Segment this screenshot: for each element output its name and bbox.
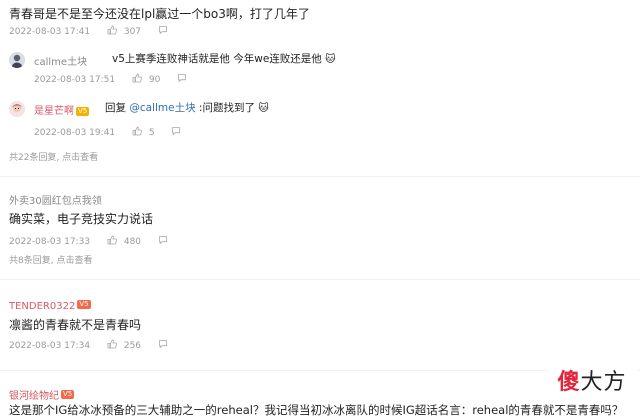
- divider: [0, 176, 640, 177]
- avatar[interactable]: [9, 52, 25, 68]
- mention-link[interactable]: @callme土块: [129, 102, 195, 114]
- emoji-icon: 🐱: [258, 103, 269, 114]
- like-count: 256: [123, 341, 142, 351]
- reply-header: 是星芒啊 V5: [34, 102, 90, 117]
- comment-meta: 2022-08-03 17:34 256: [9, 339, 172, 351]
- divider: [0, 370, 640, 371]
- reply-word: 回复: [105, 102, 126, 114]
- comment-header: 银河绘物纪 V5: [9, 384, 75, 403]
- like-count: 90: [148, 75, 161, 85]
- like-count: 480: [123, 237, 142, 247]
- comment-text: 凛酱的青春就不是青春吗: [9, 318, 142, 332]
- comment-page: 青春哥是不是至今还没在lpl赢过一个bo3啊，打了几年了 2022-08-03 …: [0, 0, 640, 417]
- like-button[interactable]: 480: [107, 235, 144, 247]
- reply-date: 2022-08-03 19:41: [34, 128, 116, 138]
- chat-bubble-icon: [159, 340, 167, 349]
- comment-date: 2022-08-03 17:34: [9, 341, 91, 351]
- comment-text: 青春哥是不是至今还没在lpl赢过一个bo3啊，打了几年了: [9, 7, 310, 21]
- thumbs-up-icon: [107, 339, 117, 349]
- like-button[interactable]: 90: [132, 73, 163, 85]
- comment-meta: 2022-08-03 17:41 307: [9, 25, 172, 37]
- chat-bubble-icon: [159, 236, 167, 245]
- avatar[interactable]: [9, 101, 25, 117]
- reply-button[interactable]: [177, 74, 191, 85]
- reply-username[interactable]: callme土块: [34, 53, 87, 68]
- like-button[interactable]: 256: [107, 339, 144, 351]
- more-replies-link[interactable]: 共22条回复, 点击查看: [9, 150, 98, 163]
- comment-text: 这是那个IG给冰冰预备的三大辅助之一的reheal？我记得当初冰冰离队的时候IG…: [9, 403, 624, 417]
- like-button[interactable]: 307: [107, 25, 144, 37]
- reply-content: :问题找到了: [198, 102, 255, 114]
- reply-text: v5上赛季连败神话就是他 今年we连败还是他 🐱: [112, 51, 336, 66]
- reply-button[interactable]: [158, 236, 172, 247]
- level-badge: V5: [77, 300, 91, 309]
- avatar-image-icon: [9, 52, 25, 68]
- emoji-icon: 🐱: [325, 54, 336, 65]
- reply-date: 2022-08-03 17:51: [34, 75, 116, 85]
- reply-button[interactable]: [158, 340, 172, 351]
- reply-text: 回复 @callme土块 :问题找到了 🐱: [105, 100, 269, 115]
- avatar-image-icon: [9, 101, 25, 117]
- like-button[interactable]: 5: [132, 126, 157, 138]
- chat-bubble-icon: [178, 74, 187, 83]
- comment-username[interactable]: 外卖30圆红包点我领: [9, 192, 102, 207]
- comment-date: 2022-08-03 17:33: [9, 237, 91, 247]
- comment-username[interactable]: 银河绘物纪: [9, 391, 59, 402]
- comment-username[interactable]: TENDER0322: [9, 301, 75, 312]
- comment-header: TENDER0322 V5: [9, 294, 91, 313]
- like-count: 307: [123, 27, 142, 37]
- watermark-rest: 大方: [580, 370, 627, 395]
- more-replies-link[interactable]: 共8条回复, 点击查看: [9, 253, 92, 266]
- comment-date: 2022-08-03 17:41: [9, 27, 91, 37]
- thumbs-up-icon: [107, 25, 117, 35]
- reply-meta: 2022-08-03 19:41 5: [34, 126, 185, 138]
- reply-content: v5上赛季连败神话就是他 今年we连败还是他: [112, 53, 322, 65]
- level-badge: V5: [61, 390, 75, 399]
- watermark-red-char: 傻: [557, 370, 581, 395]
- reply-username[interactable]: 是星芒啊: [34, 106, 74, 117]
- thumbs-up-icon: [132, 73, 142, 83]
- thumbs-up-icon: [107, 235, 117, 245]
- chat-bubble-icon: [159, 26, 167, 35]
- thumbs-up-icon: [132, 126, 142, 136]
- comment-text: 确实菜，电子竞技实力说话: [9, 212, 154, 226]
- reply-button[interactable]: [158, 26, 172, 37]
- reply-meta: 2022-08-03 17:51 90: [34, 73, 191, 85]
- like-count: 5: [148, 128, 155, 138]
- level-badge: V5: [76, 106, 90, 116]
- chat-bubble-icon: [172, 127, 181, 136]
- divider: [0, 279, 640, 280]
- comment-meta: 2022-08-03 17:33 480: [9, 235, 172, 247]
- watermark-logo: 傻大方: [546, 361, 638, 399]
- reply-button[interactable]: [171, 127, 185, 138]
